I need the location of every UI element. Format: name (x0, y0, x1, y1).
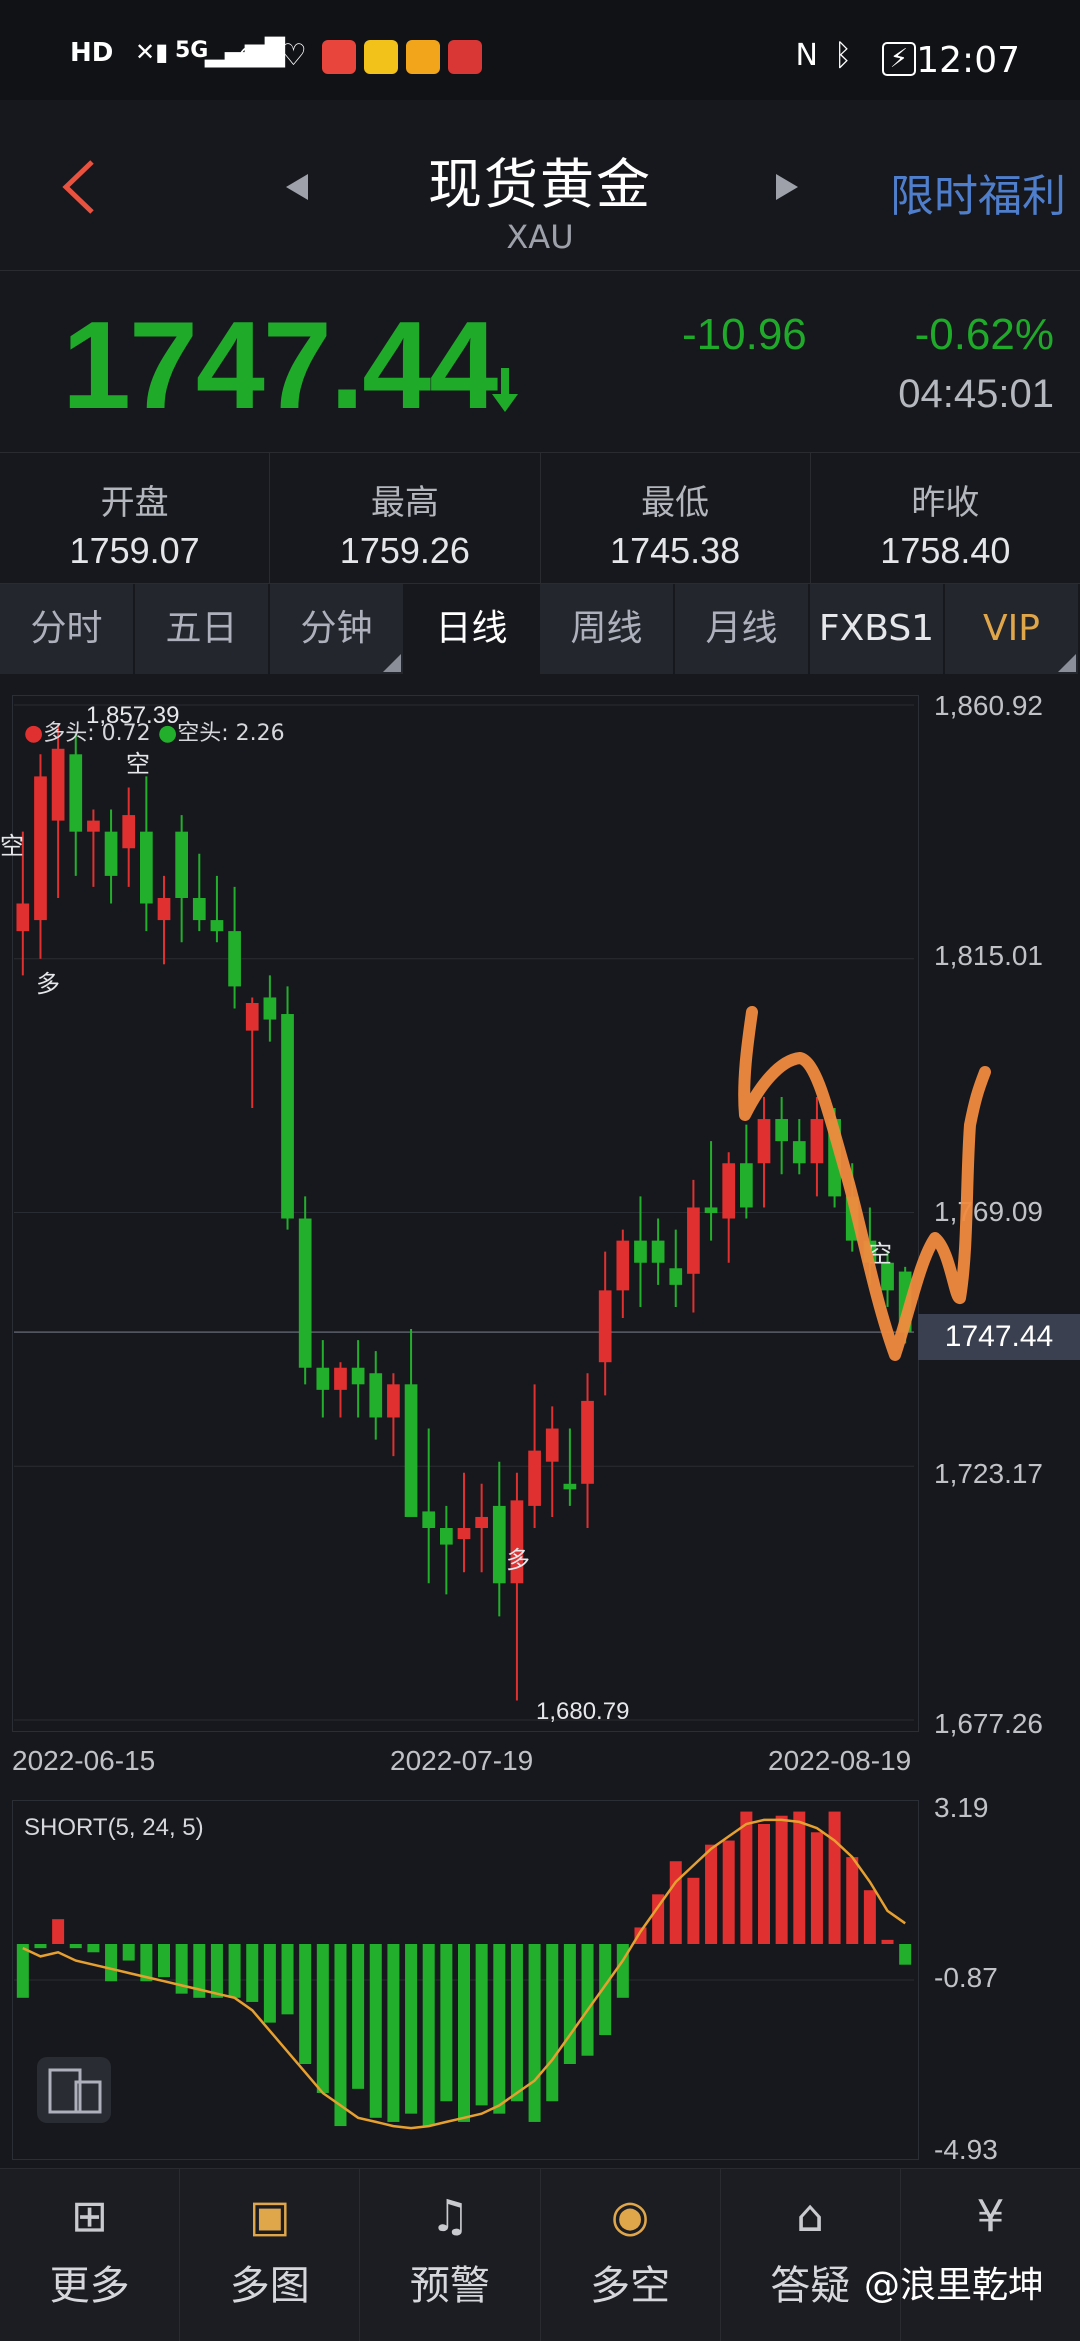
bell-icon: ♫ (430, 2191, 470, 2242)
watermark: @浪里乾坤 (863, 2265, 1044, 2306)
moneybag-icon: ¥ (976, 2191, 1005, 2242)
nav-more[interactable]: ⊞ 更多 (0, 2169, 181, 2341)
nav-qa[interactable]: ⌂ 答疑 (721, 2169, 901, 2341)
nav-label: 更多 (49, 2263, 130, 2309)
bottom-nav: ⊞ 更多 ▣ 多图 ♫ 预警 ◉ 多空 ⌂ 答疑 ¥ (0, 2168, 1080, 2341)
nav-multi-chart[interactable]: ▣ 多图 (180, 2169, 361, 2341)
nav-wallet[interactable]: ¥ (901, 2169, 1080, 2341)
chart-icon: ▣ (248, 2191, 291, 2242)
nav-label: 多图 (229, 2263, 310, 2309)
nav-alert[interactable]: ♫ 预警 (360, 2169, 541, 2341)
nav-long-short[interactable]: ◉ 多空 (541, 2169, 721, 2341)
hand-drawn-annotation (738, 1006, 991, 1361)
graduation-icon: ⌂ (796, 2191, 825, 2242)
nav-label: 预警 (409, 2263, 490, 2309)
trend-icon: ◉ (610, 2191, 650, 2242)
grid-icon: ⊞ (71, 2191, 109, 2242)
nav-label: 多空 (590, 2263, 671, 2309)
